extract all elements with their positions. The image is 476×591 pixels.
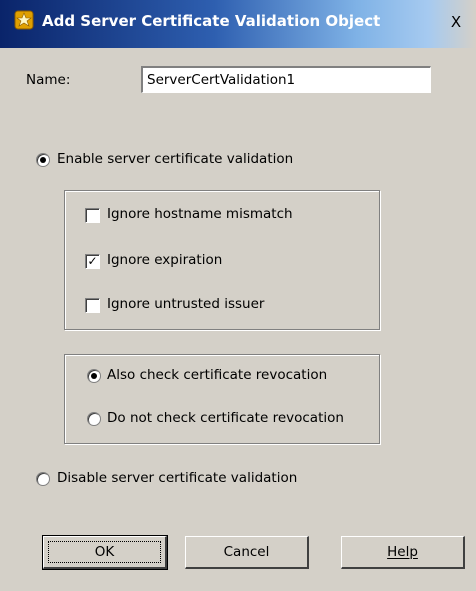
enable-validation-radio[interactable] [36,153,50,167]
enable-validation-label[interactable]: Enable server certificate validation [57,151,293,167]
name-label: Name: [26,72,71,88]
close-button[interactable]: X [446,12,466,32]
name-field[interactable] [141,66,431,93]
ok-button-label: OK [94,544,115,560]
window-title: Add Server Certificate Validation Object [42,12,381,30]
ignore-hostname-checkbox[interactable] [85,208,100,223]
help-button[interactable]: Help [341,536,465,569]
ignore-untrusted-issuer-label[interactable]: Ignore untrusted issuer [107,296,264,312]
disable-validation-radio[interactable] [36,472,50,486]
help-button-label: Help [387,544,418,560]
certificate-star-icon [14,10,34,30]
disable-validation-label[interactable]: Disable server certificate validation [57,470,297,486]
ignore-untrusted-issuer-checkbox[interactable] [85,298,100,313]
no-revocation-check-label[interactable]: Do not check certificate revocation [107,410,344,426]
checkmark-icon: ✓ [87,254,98,268]
ignore-expiration-checkbox[interactable]: ✓ [85,254,100,269]
radio-selected-dot [91,373,97,379]
check-revocation-radio[interactable] [87,369,101,383]
cancel-button-label: Cancel [223,544,270,560]
dialog-window: Add Server Certificate Validation Object… [0,0,476,591]
close-icon: X [450,13,462,31]
ignore-hostname-label[interactable]: Ignore hostname mismatch [107,206,293,222]
check-revocation-label[interactable]: Also check certificate revocation [107,367,327,383]
title-bar[interactable]: Add Server Certificate Validation Object… [0,0,476,48]
radio-selected-dot [40,157,46,163]
ok-button[interactable]: OK [42,535,168,570]
no-revocation-check-radio[interactable] [87,412,101,426]
cancel-button[interactable]: Cancel [185,536,309,569]
ignore-expiration-label[interactable]: Ignore expiration [107,252,222,268]
